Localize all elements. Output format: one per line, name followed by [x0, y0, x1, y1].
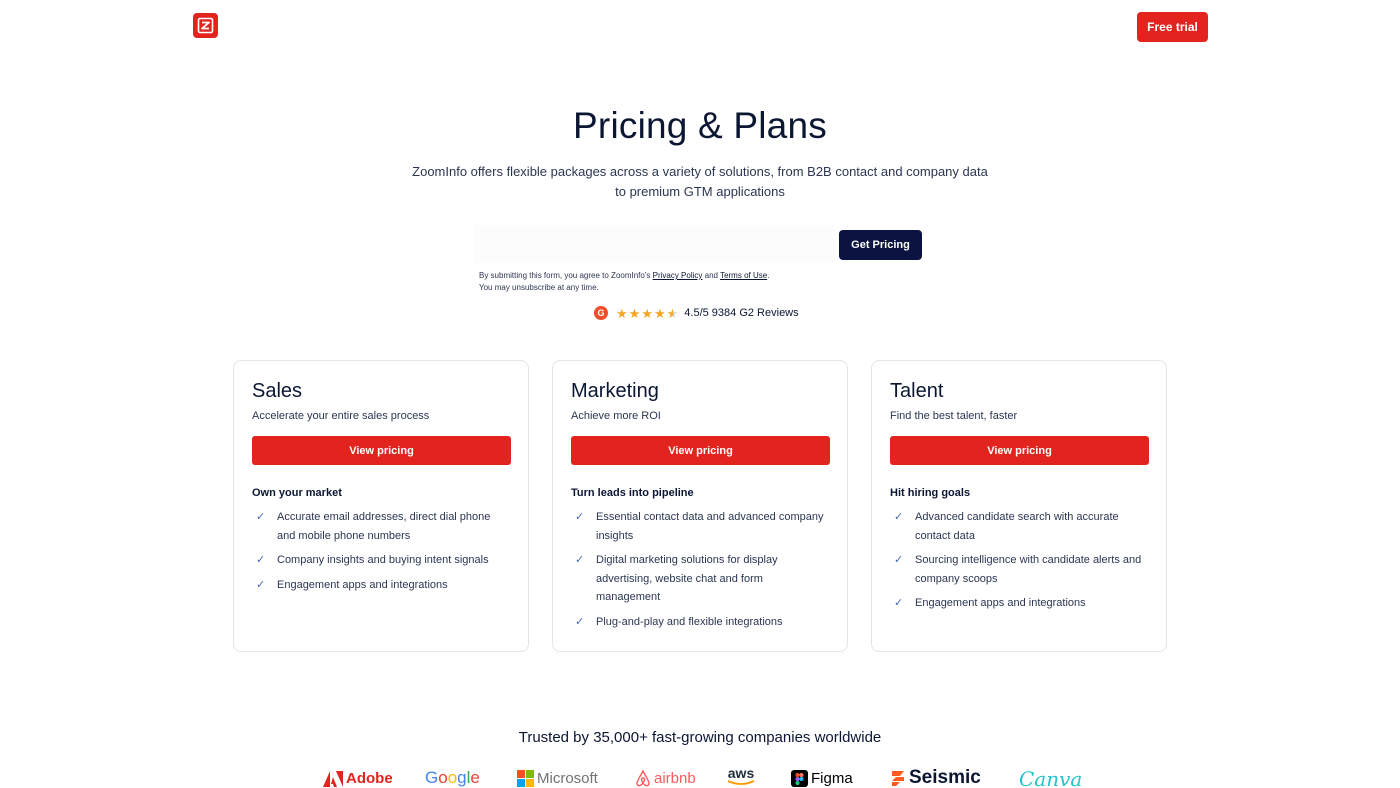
get-pricing-button[interactable]: Get Pricing: [839, 230, 922, 260]
google-logo: Google: [425, 768, 480, 788]
plan-heading: Own your market: [252, 487, 342, 499]
check-icon: ✓: [256, 554, 266, 566]
feature-item: ✓ Digital marketing solutions for display…: [571, 551, 829, 607]
adobe-logo: Adobe: [323, 770, 393, 787]
canva-logo-text: Canva: [1019, 767, 1083, 788]
feature-item: ✓ Accurate email addresses, direct dial p…: [252, 508, 510, 545]
figma-icon: [791, 770, 808, 787]
page-title: Pricing & Plans: [573, 105, 827, 146]
rating-text: 4.5/5 9384 G2 Reviews: [684, 307, 799, 319]
plan-title: Sales: [252, 380, 303, 402]
feature-text: Company insights and buying intent signa…: [277, 554, 489, 566]
seismic-logo: Seismic: [890, 767, 981, 788]
feature-item: ✓ Plug-and-play and flexible integrations: [571, 613, 829, 632]
view-pricing-button[interactable]: View pricing: [571, 436, 830, 465]
check-icon: ✓: [894, 511, 904, 523]
plan-tagline: Find the best talent, faster: [890, 410, 1018, 422]
check-icon: ✓: [256, 578, 266, 591]
star-icon: ★: [641, 305, 653, 321]
unsubscribe-note: You may unsubscribe at any time.: [479, 283, 599, 292]
plan-heading: Hit hiring goals: [890, 487, 971, 499]
airbnb-logo: airbnb: [635, 770, 696, 787]
g2-rating: G ★ ★ ★ ★ ★ 4.5/5 9384 G2 Reviews: [594, 305, 799, 321]
view-pricing-button[interactable]: View pricing: [252, 436, 511, 465]
canva-logo: Canva: [1019, 767, 1082, 788]
plan-card-marketing: Marketing Achieve more ROI View pricing …: [552, 360, 848, 652]
microsoft-logo: Microsoft: [517, 770, 598, 787]
feature-item: ✓ Sourcing intelligence with candidate al…: [890, 551, 1148, 588]
check-icon: ✓: [894, 554, 904, 566]
feature-item: ✓ Advanced candidate search with accurate…: [890, 508, 1148, 545]
page-subtitle: ZoomInfo offers flexible packages across…: [412, 164, 988, 199]
disclaimer-and: and: [702, 271, 721, 280]
airbnb-logo-text: airbnb: [654, 770, 696, 787]
aws-logo-text: aws: [727, 765, 755, 781]
plan-title: Talent: [890, 380, 944, 402]
microsoft-logo-text: Microsoft: [537, 770, 598, 787]
disclaimer-suffix: .: [767, 271, 770, 280]
star-icon: ★: [616, 305, 628, 321]
star-icon: ★: [653, 305, 666, 321]
adobe-icon: [323, 770, 343, 787]
figma-logo: Figma: [791, 770, 853, 787]
feature-text: Engagement apps and integrations: [277, 578, 448, 591]
star-icon: ★: [628, 305, 641, 321]
plan-tagline: Achieve more ROI: [571, 410, 661, 422]
feature-item: ✓ Engagement apps and integrations: [890, 594, 1148, 613]
zoominfo-logo[interactable]: [193, 13, 218, 38]
plan-heading: Turn leads into pipeline: [571, 487, 694, 499]
customer-logos: Adobe Google Microsoft airbnb aws Figma …: [0, 764, 1400, 788]
rating-stars: ★ ★ ★ ★ ★: [616, 307, 678, 320]
feature-text: Engagement apps and integrations: [915, 597, 1086, 609]
airbnb-icon: [636, 770, 650, 787]
feature-item: ✓ Essential contact data and advanced com…: [571, 508, 829, 545]
aws-logo: aws: [727, 766, 755, 786]
check-icon: ✓: [575, 554, 585, 566]
disclaimer-prefix: By submitting this form, you agree to Zo…: [479, 271, 653, 280]
google-logo-text: Google: [425, 768, 480, 787]
seismic-logo-text: Seismic: [909, 767, 981, 788]
view-pricing-button[interactable]: View pricing: [890, 436, 1149, 465]
adobe-logo-text: Adobe: [346, 770, 393, 787]
feature-item: ✓ Company insights and buying intent sign…: [252, 551, 510, 570]
half-star-icon: ★: [666, 305, 679, 321]
feature-text: Accurate email addresses, direct dial ph…: [277, 511, 491, 542]
zoominfo-z-icon: [197, 17, 214, 34]
check-icon: ✓: [256, 511, 266, 523]
feature-list: ✓ Essential contact data and advanced com…: [571, 508, 829, 631]
form-disclaimer: By submitting this form, you agree to Zo…: [479, 270, 879, 294]
email-field[interactable]: [474, 225, 834, 263]
feature-list: ✓ Advanced candidate search with accurate…: [890, 508, 1148, 613]
feature-text: Essential contact data and advanced comp…: [596, 511, 824, 542]
feature-text: Sourcing intelligence with candidate ale…: [915, 554, 1142, 585]
feature-list: ✓ Accurate email addresses, direct dial p…: [252, 508, 510, 594]
check-icon: ✓: [894, 597, 904, 609]
plan-tagline: Accelerate your entire sales process: [252, 410, 430, 422]
check-icon: ✓: [575, 511, 585, 523]
check-icon: ✓: [575, 615, 585, 628]
figma-logo-text: Figma: [811, 770, 853, 787]
free-trial-button[interactable]: Free trial: [1137, 12, 1208, 42]
plan-title: Marketing: [571, 380, 659, 402]
feature-text: Advanced candidate search with accurate …: [915, 511, 1119, 542]
g2-icon: G: [594, 306, 608, 320]
plan-card-sales: Sales Accelerate your entire sales proce…: [233, 360, 529, 652]
plan-card-talent: Talent Find the best talent, faster View…: [871, 360, 1167, 652]
feature-item: ✓ Engagement apps and integrations: [252, 576, 510, 595]
aws-smile-icon: [727, 780, 755, 785]
microsoft-icon: [517, 770, 534, 787]
feature-text: Digital marketing solutions for display …: [596, 554, 778, 603]
seismic-icon: [892, 770, 904, 786]
privacy-policy-link[interactable]: Privacy Policy: [653, 271, 703, 280]
trusted-by-heading: Trusted by 35,000+ fast-growing companie…: [518, 729, 882, 746]
terms-of-use-link[interactable]: Terms of Use: [720, 271, 767, 280]
feature-text: Plug-and-play and flexible integrations: [596, 615, 783, 628]
